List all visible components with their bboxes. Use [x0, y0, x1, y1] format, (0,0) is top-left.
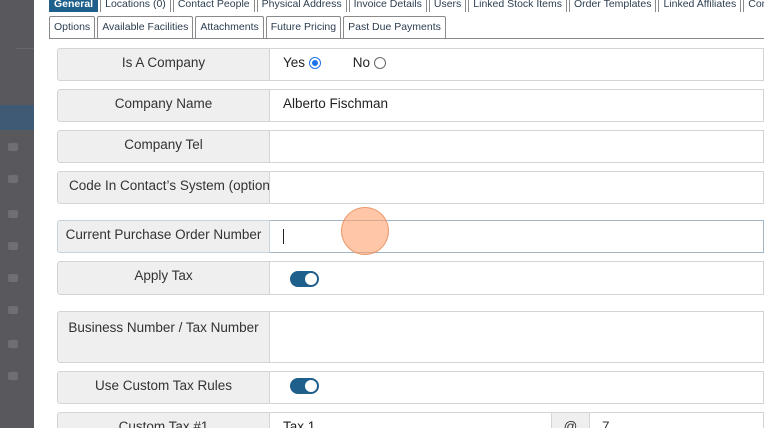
tab-options[interactable]: Options	[49, 16, 96, 39]
field-label: Business Number / Tax Number	[57, 311, 270, 363]
form-row-purchase-order: Current Purchase Order Number	[57, 220, 764, 253]
tab-linked-affiliates[interactable]: Linked Affiliates	[658, 0, 742, 12]
tab-contact-people[interactable]: Contact People	[172, 0, 255, 12]
code-in-contact-input[interactable]	[270, 171, 764, 204]
form-row-custom-tax-1: Custom Tax #1 Tax 1 @ 7	[57, 412, 764, 428]
sidebar-divider	[16, 48, 34, 49]
custom-tax-1-rate-input[interactable]: 7	[590, 412, 764, 428]
tab-comm[interactable]: Comm	[743, 0, 764, 12]
tab-invoice-details[interactable]: Invoice Details	[348, 0, 427, 12]
field-label: Company Name	[57, 89, 270, 122]
form-row-company-tel: Company Tel	[57, 130, 764, 163]
field-label: Code In Contact’s System (option	[57, 171, 270, 204]
field-label: Use Custom Tax Rules	[57, 371, 270, 404]
text-cursor	[283, 229, 284, 244]
tab-past-due-payments[interactable]: Past Due Payments	[343, 16, 446, 39]
tab-attachments[interactable]: Attachments	[195, 16, 264, 39]
click-indicator	[341, 207, 389, 255]
sidebar-active-item[interactable]	[0, 105, 34, 130]
sidebar-icon[interactable]	[8, 175, 18, 183]
tab-physical-address[interactable]: Physical Address	[256, 0, 347, 12]
apply-tax-toggle[interactable]	[290, 271, 319, 287]
sidebar-icon[interactable]	[8, 340, 18, 348]
field-label: Current Purchase Order Number	[57, 220, 270, 253]
custom-tax-rules-cell	[270, 371, 764, 404]
tab-bar-primary: General Locations (0) Contact People Phy…	[49, 0, 764, 12]
sidebar-icon[interactable]	[8, 274, 18, 282]
tab-available-facilities[interactable]: Available Facilities	[97, 16, 194, 39]
sidebar-icon[interactable]	[8, 306, 18, 314]
form-row-custom-tax-rules: Use Custom Tax Rules	[57, 371, 764, 404]
field-label: Company Tel	[57, 130, 270, 163]
form-row-company-name: Company Name Alberto Fischman	[57, 89, 764, 122]
custom-tax-rules-toggle[interactable]	[290, 378, 319, 394]
sidebar-icon[interactable]	[8, 210, 18, 218]
form-row-is-company: Is A Company Yes No	[57, 48, 764, 81]
is-company-radio-group: Yes No	[270, 48, 764, 81]
sidebar-icon[interactable]	[8, 372, 18, 380]
radio-no-option[interactable]: No	[352, 55, 387, 70]
sidebar	[0, 0, 34, 428]
company-tel-input[interactable]	[270, 130, 764, 163]
tab-linked-stock-items[interactable]: Linked Stock Items	[468, 0, 568, 12]
radio-no[interactable]	[374, 56, 387, 69]
sidebar-icon[interactable]	[8, 242, 18, 250]
tab-locations[interactable]: Locations (0)	[100, 0, 171, 12]
tab-bar-secondary: Options Available Facilities Attachments…	[49, 16, 448, 39]
tab-general[interactable]: General	[49, 0, 99, 12]
at-symbol: @	[552, 412, 590, 428]
tab-order-templates[interactable]: Order Templates	[569, 0, 657, 12]
tab-future-pricing[interactable]: Future Pricing	[265, 16, 342, 39]
form-row-code-in-contact-system: Code In Contact’s System (option	[57, 171, 764, 204]
radio-yes[interactable]	[309, 56, 322, 69]
business-number-input[interactable]	[270, 311, 764, 363]
radio-yes-option[interactable]: Yes	[283, 55, 322, 70]
form-row-apply-tax: Apply Tax	[57, 261, 764, 295]
radio-yes-label: Yes	[283, 55, 306, 70]
tab-users[interactable]: Users	[428, 0, 467, 12]
field-label: Apply Tax	[57, 261, 270, 295]
field-label: Custom Tax #1	[57, 412, 270, 428]
form-row-business-number: Business Number / Tax Number	[57, 311, 764, 363]
field-label: Is A Company	[57, 48, 270, 81]
tab-underline	[49, 38, 764, 39]
company-name-input[interactable]: Alberto Fischman	[270, 89, 764, 122]
custom-tax-1-name-input[interactable]: Tax 1	[270, 412, 552, 428]
sidebar-icon[interactable]	[8, 143, 18, 151]
main-content: General Locations (0) Contact People Phy…	[34, 0, 764, 428]
radio-no-label: No	[352, 55, 371, 70]
apply-tax-cell	[270, 261, 764, 295]
